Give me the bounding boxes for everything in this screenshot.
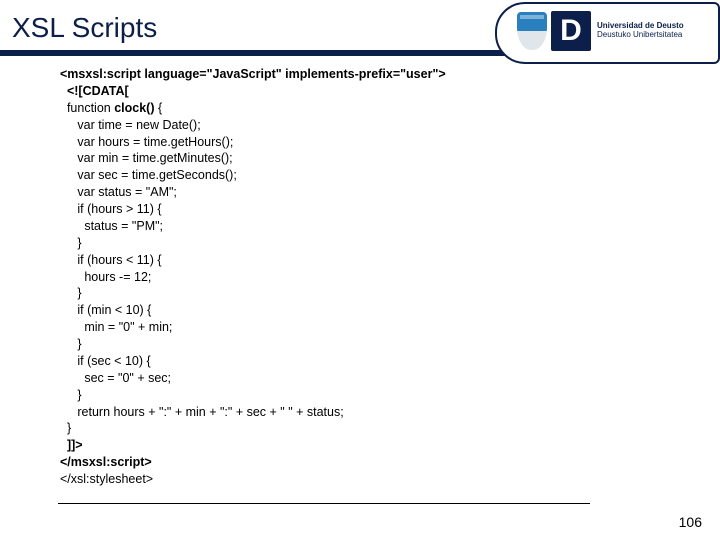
code-l10: hours -= 12; — [67, 270, 151, 284]
code-l16: sec = "0" + sec; — [67, 371, 171, 385]
code-l5: var status = "AM"; — [67, 185, 177, 199]
code-l7: status = "PM"; — [67, 219, 163, 233]
slide-title: XSL Scripts — [0, 6, 157, 44]
code-cdata-close: ]]> — [67, 438, 83, 452]
code-fn-pre: function — [67, 101, 114, 115]
code-sheet-close: </xsl:stylesheet> — [60, 472, 153, 486]
code-l3: var min = time.getMinutes(); — [67, 151, 233, 165]
logo-letter: D — [551, 11, 591, 51]
code-tag-close: </msxsl:script> — [60, 455, 152, 469]
code-tag-open: <msxsl:script language="JavaScript" impl… — [60, 67, 446, 81]
code-l4: var sec = time.getSeconds(); — [67, 168, 237, 182]
code-l14: } — [67, 337, 82, 351]
code-l1: var time = new Date(); — [67, 118, 201, 132]
code-l19: } — [67, 421, 71, 435]
code-l9: if (hours < 11) { — [67, 253, 162, 267]
code-fn-name: clock() — [114, 101, 154, 115]
code-l12: if (min < 10) { — [67, 303, 151, 317]
code-l15: if (sec < 10) { — [67, 354, 151, 368]
code-l8: } — [67, 236, 82, 250]
code-l18: return hours + ":" + min + ":" + sec + "… — [67, 405, 344, 419]
page-number: 106 — [679, 514, 702, 530]
code-fn-post: { — [155, 101, 163, 115]
logo-line2: Deustuko Unibertsitatea — [597, 31, 684, 40]
university-logo: D Universidad de Deusto Deustuko Unibert… — [515, 6, 710, 56]
code-cdata-open: <![CDATA[ — [67, 84, 129, 98]
shield-icon — [517, 12, 547, 50]
logo-text: Universidad de Deusto Deustuko Unibertsi… — [597, 22, 684, 40]
logo-inner: D Universidad de Deusto Deustuko Unibert… — [515, 8, 710, 54]
code-l11: } — [67, 286, 82, 300]
code-l2: var hours = time.getHours(); — [67, 135, 233, 149]
footer-divider — [58, 503, 590, 504]
code-block: <msxsl:script language="JavaScript" impl… — [0, 58, 720, 488]
code-l17: } — [67, 388, 82, 402]
code-l6: if (hours > 11) { — [67, 202, 162, 216]
code-l13: min = "0" + min; — [67, 320, 172, 334]
slide-header: XSL Scripts D Universidad de Deusto Deus… — [0, 0, 720, 58]
